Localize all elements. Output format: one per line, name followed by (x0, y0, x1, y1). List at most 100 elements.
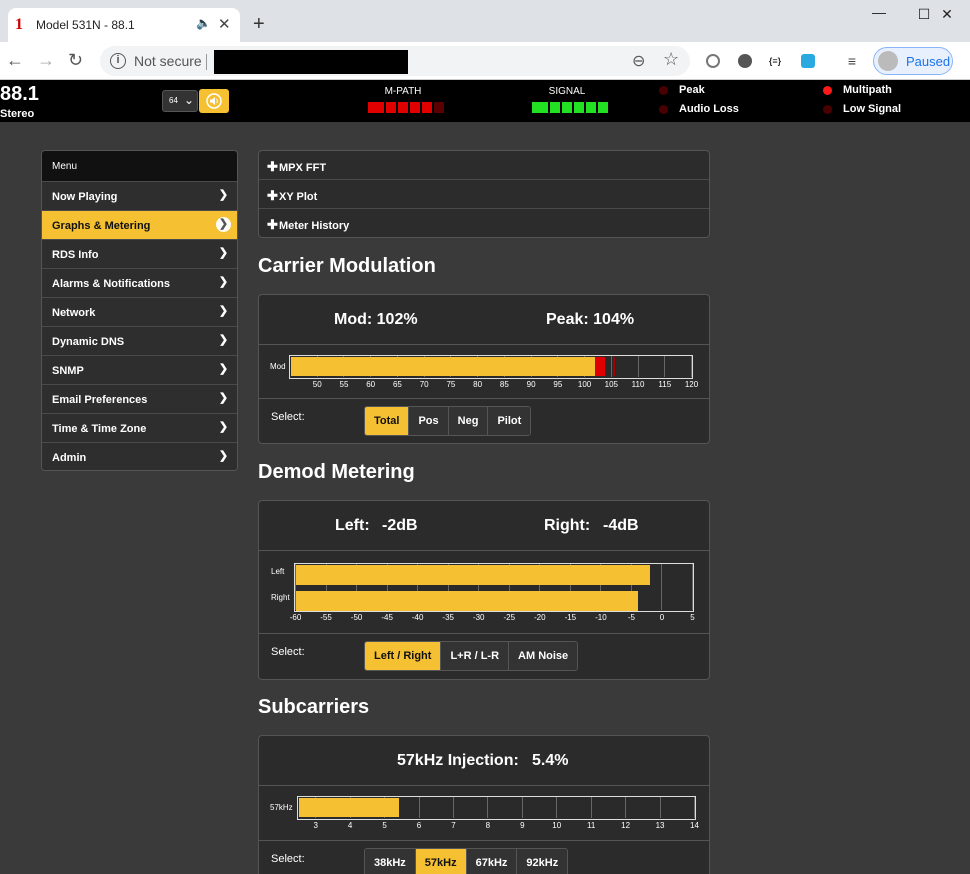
subcarrier-select-buttons: 38kHz 57kHz 67kHz 92kHz (364, 848, 569, 874)
subcarrier-tick-label: 9 (520, 821, 525, 830)
subcarrier-38khz-button[interactable]: 38kHz (365, 849, 415, 874)
subcarrier-tick-label: 3 (313, 821, 318, 830)
carrier-tick-label: 50 (312, 380, 322, 389)
carrier-tick-label: 95 (553, 380, 563, 389)
carrier-pos-button[interactable]: Pos (408, 407, 448, 435)
mpath-segment (410, 102, 420, 113)
sidebar-item-time-time-zone[interactable]: Time & Time Zone ❯ (42, 413, 237, 442)
subcarrier-57khz-button[interactable]: 57kHz (414, 849, 466, 874)
zoom-icon[interactable]: ⊖ (632, 51, 645, 71)
carrier-modulation-title: Carrier Modulation (258, 255, 436, 277)
carrier-tick-label: 100 (577, 380, 592, 389)
carrier-pilot-button[interactable]: Pilot (487, 407, 531, 435)
playlist-icon[interactable]: ≡ (845, 54, 859, 68)
subcarrier-gridline (556, 797, 558, 818)
side-menu: Menu Now Playing ❯ Graphs & Metering ❯ RDS I… (41, 150, 238, 471)
carrier-select-label: Select: (271, 411, 305, 423)
subcarrier-tick-label: 10 (552, 821, 562, 830)
info-icon[interactable]: i (110, 53, 126, 69)
sidebar-item-label: Admin (52, 452, 87, 464)
forward-arrow-icon[interactable]: → (37, 50, 55, 71)
left-readout-value: -2dB (382, 517, 418, 534)
demod-am-noise-button[interactable]: AM Noise (508, 642, 578, 670)
accordion-item-label: MPX FFT (279, 162, 327, 174)
subcarrier-select-row: Select: 38kHz 57kHz 67kHz 92kHz (259, 841, 709, 874)
subcarrier-tick-label: 8 (485, 821, 491, 830)
demod-left-right-button[interactable]: Left / Right (365, 642, 441, 670)
profile-paused-button[interactable]: Paused (873, 47, 953, 75)
tab-close-icon[interactable]: ✕ (218, 15, 231, 33)
bookmark-star-icon[interactable]: ☆ (663, 49, 679, 70)
right-readout-label: Right: (544, 517, 591, 534)
demod-tick-label: -60 (289, 613, 302, 622)
graph-accordion: ✚MPX FFT ✚XY Plot ✚Meter History (258, 150, 710, 238)
carrier-select-row: Select: Total Pos Neg Pilot (259, 399, 709, 443)
url-redacted-block (214, 50, 408, 74)
demod-meter: Left Right -60 -55 -50 -45 -40 -35 -30 -25 -20 -15-… (259, 551, 709, 634)
tab-audio-icon[interactable]: 🔈 (196, 16, 211, 30)
subcarrier-gridline (452, 797, 454, 818)
subcarrier-bar-frame (297, 796, 696, 820)
sidebar-item-graphs-metering[interactable]: Graphs & Metering ❯ (42, 210, 237, 239)
carrier-gridline (637, 356, 639, 377)
minimize-button[interactable]: — (856, 4, 902, 20)
extension-reload-icon[interactable] (706, 54, 720, 68)
chevron-right-icon: ❯ (216, 217, 231, 232)
demod-l-r-l-r-button[interactable]: L+R / L-R (440, 642, 509, 670)
extension-web-icon[interactable] (801, 54, 815, 68)
sidebar-item-email-preferences[interactable]: Email Preferences ❯ (42, 384, 237, 413)
demod-tick-label: 5 (690, 613, 695, 622)
site-favicon-icon: 1 (15, 16, 23, 33)
sidebar-item-rds-info[interactable]: RDS Info ❯ (42, 239, 237, 268)
sidebar-item-snmp[interactable]: SNMP ❯ (42, 355, 237, 384)
signal-segment (532, 102, 548, 113)
carrier-total-button[interactable]: Total (365, 407, 409, 435)
accordion-item-xy-plot[interactable]: ✚XY Plot (259, 180, 709, 209)
plus-icon: ✚ (267, 188, 278, 203)
extension-circle-icon[interactable] (738, 54, 752, 68)
sidebar-item-now-playing[interactable]: Now Playing ❯ (42, 181, 237, 210)
address-separator (206, 54, 207, 70)
mpath-segment (386, 102, 396, 113)
sidebar-item-network[interactable]: Network ❯ (42, 297, 237, 326)
signal-segment (574, 102, 584, 113)
demod-fill-bar (296, 591, 639, 611)
signal-segment (550, 102, 560, 113)
demod-tick-label: -15 (564, 613, 577, 622)
reload-icon[interactable]: ↻ (68, 50, 83, 71)
carrier-tick-label: 80 (473, 380, 483, 389)
sidebar-item-label: Alarms & Notifications (52, 278, 170, 290)
demod-gridline (661, 564, 663, 610)
carrier-select-buttons: Total Pos Neg Pilot (364, 406, 532, 436)
subcarrier-tick-label: 4 (347, 821, 353, 830)
stereo-mode-label: Stereo (0, 108, 35, 120)
extension-braces-icon[interactable]: {≡} (768, 54, 782, 68)
subcarrier-67khz-button[interactable]: 67kHz (465, 849, 517, 874)
back-arrow-icon[interactable]: ← (6, 50, 24, 71)
carrier-over-fill (594, 357, 606, 376)
demod-row-label: Left (271, 567, 285, 576)
audio-monitor-button[interactable] (199, 89, 229, 113)
carrier-tick-label: 65 (392, 380, 402, 389)
browser-tab[interactable]: 1 Model 531N - 88.1 🔈 ✕ (8, 8, 240, 42)
address-bar[interactable]: i Not secure ⊖ ☆ (100, 46, 690, 76)
carrier-tick-label: 60 (366, 380, 376, 389)
sidebar-item-admin[interactable]: Admin ❯ (42, 442, 237, 470)
accordion-item-meter-history[interactable]: ✚Meter History (259, 209, 709, 237)
mpath-segment (434, 102, 444, 113)
subcarrier-tick-label: 12 (621, 821, 631, 830)
carrier-neg-button[interactable]: Neg (447, 407, 488, 435)
volume-select[interactable]: 64 ⌄ (162, 90, 198, 112)
sidebar-item-dynamic-dns[interactable]: Dynamic DNS ❯ (42, 326, 237, 355)
demod-row-label: Right (271, 593, 290, 602)
carrier-peak-marker (613, 357, 616, 376)
subcarrier-gridline (694, 797, 695, 818)
new-tab-button[interactable]: + (253, 14, 265, 34)
mpath-segment (422, 102, 432, 113)
subcarrier-92khz-button[interactable]: 92kHz (516, 849, 568, 874)
chevron-right-icon: ❯ (218, 276, 229, 288)
sidebar-item-alarms-notifications[interactable]: Alarms & Notifications ❯ (42, 268, 237, 297)
accordion-item-mpx-fft[interactable]: ✚MPX FFT (259, 151, 709, 180)
window-close-button[interactable]: ✕ (924, 6, 970, 23)
subcarrier-gridline (418, 797, 420, 818)
